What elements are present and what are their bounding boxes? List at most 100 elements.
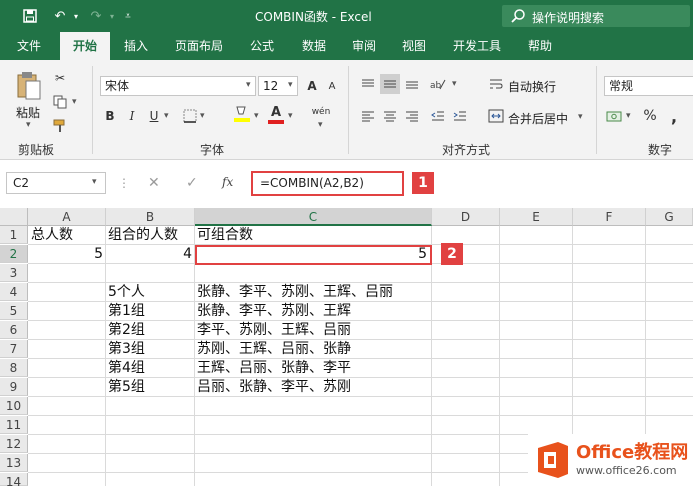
align-center-icon[interactable] <box>380 106 400 126</box>
tab-view[interactable]: 视图 <box>392 32 436 60</box>
font-name-dropdown-icon[interactable]: ▾ <box>246 80 251 90</box>
column-header-g[interactable]: G <box>646 208 693 226</box>
paste-dropdown-icon[interactable]: ▾ <box>26 120 31 130</box>
percent-style-button[interactable]: % <box>640 106 660 126</box>
fill-color-icon[interactable] <box>232 104 252 124</box>
tab-file[interactable]: 文件 <box>6 32 52 60</box>
row-header-11[interactable]: 11 <box>0 416 28 434</box>
copy-dropdown-icon[interactable]: ▾ <box>72 97 77 107</box>
cell-c8[interactable]: 王辉、吕丽、张静、李平 <box>195 359 431 377</box>
row-header-10[interactable]: 10 <box>0 397 28 415</box>
tab-review[interactable]: 审阅 <box>342 32 386 60</box>
font-size-dropdown-icon[interactable]: ▾ <box>288 80 293 90</box>
copy-icon[interactable] <box>50 92 70 112</box>
column-header-d[interactable]: D <box>432 208 500 226</box>
underline-button[interactable]: U <box>144 106 164 126</box>
row-header-4[interactable]: 4 <box>0 283 28 301</box>
paste-label[interactable]: 粘贴 <box>16 104 40 121</box>
cell-a1[interactable]: 总人数 <box>29 226 105 244</box>
row-header-9[interactable]: 9 <box>0 378 28 396</box>
cell-b7[interactable]: 第3组 <box>106 340 194 358</box>
underline-dropdown-icon[interactable]: ▾ <box>164 111 169 121</box>
formula-input[interactable]: =COMBIN(A2,B2) <box>251 171 404 196</box>
row-header-2[interactable]: 2 <box>0 245 28 263</box>
tell-me-search[interactable]: 操作说明搜索 <box>502 5 690 27</box>
cell-b5[interactable]: 第1组 <box>106 302 194 320</box>
save-icon[interactable] <box>20 6 40 26</box>
format-painter-icon[interactable] <box>50 116 70 136</box>
align-middle-icon[interactable] <box>380 74 400 94</box>
name-box[interactable]: C2 <box>6 172 106 194</box>
font-color-icon[interactable]: A <box>266 104 286 126</box>
font-color-dropdown-icon[interactable]: ▾ <box>288 111 293 121</box>
column-header-c[interactable]: C <box>195 208 432 226</box>
tab-home[interactable]: 开始 <box>60 32 110 60</box>
row-header-1[interactable]: 1 <box>0 226 28 244</box>
align-bottom-icon[interactable] <box>402 74 422 94</box>
cell-b1[interactable]: 组合的人数 <box>106 226 194 244</box>
merge-dropdown-icon[interactable]: ▾ <box>578 112 583 122</box>
row-header-14[interactable]: 14 <box>0 473 28 486</box>
column-header-b[interactable]: B <box>106 208 195 226</box>
cut-icon[interactable]: ✂ <box>50 68 70 88</box>
column-header-e[interactable]: E <box>500 208 573 226</box>
align-left-icon[interactable] <box>358 106 378 126</box>
name-box-dropdown-icon[interactable]: ▾ <box>92 177 97 187</box>
tab-insert[interactable]: 插入 <box>114 32 158 60</box>
row-header-7[interactable]: 7 <box>0 340 28 358</box>
row-header-6[interactable]: 6 <box>0 321 28 339</box>
italic-button[interactable]: I <box>122 106 142 126</box>
wrap-text-icon[interactable] <box>486 74 506 94</box>
row-header-5[interactable]: 5 <box>0 302 28 320</box>
undo-dropdown-icon[interactable]: ▾ <box>66 6 86 26</box>
increase-indent-icon[interactable] <box>450 106 470 126</box>
decrease-indent-icon[interactable] <box>428 106 448 126</box>
cell-c4[interactable]: 张静、李平、苏刚、王辉、吕丽 <box>195 283 431 301</box>
paste-icon[interactable] <box>14 70 44 102</box>
cancel-icon[interactable]: ✕ <box>148 175 160 191</box>
borders-icon[interactable] <box>180 106 200 126</box>
bold-button[interactable]: B <box>100 106 120 126</box>
comma-style-button[interactable]: , <box>664 106 684 126</box>
orientation-icon[interactable]: ab <box>428 74 448 94</box>
insert-function-icon[interactable]: fx <box>222 175 233 189</box>
accounting-dropdown-icon[interactable]: ▾ <box>626 111 631 121</box>
tab-developer[interactable]: 开发工具 <box>444 32 510 60</box>
cell-c5[interactable]: 张静、李平、苏刚、王辉 <box>195 302 431 320</box>
shrink-font-icon[interactable]: A <box>322 76 342 96</box>
tab-data[interactable]: 数据 <box>292 32 336 60</box>
customize-qat-icon[interactable]: ⩡ <box>118 6 138 26</box>
borders-dropdown-icon[interactable]: ▾ <box>200 111 205 121</box>
cell-c1[interactable]: 可组合数 <box>195 226 431 244</box>
cell-a2[interactable]: 5 <box>29 245 105 263</box>
column-header-f[interactable]: F <box>573 208 646 226</box>
tab-formulas[interactable]: 公式 <box>240 32 284 60</box>
font-name-select[interactable]: 宋体 <box>100 76 256 96</box>
cell-b4[interactable]: 5个人 <box>106 283 194 301</box>
row-header-8[interactable]: 8 <box>0 359 28 377</box>
phonetic-dropdown-icon[interactable]: ▾ <box>318 120 323 130</box>
row-header-3[interactable]: 3 <box>0 264 28 282</box>
cell-c9[interactable]: 吕丽、张静、李平、苏刚 <box>195 378 431 396</box>
wrap-text-label[interactable]: 自动换行 <box>508 78 556 95</box>
align-right-icon[interactable] <box>402 106 422 126</box>
tab-help[interactable]: 帮助 <box>518 32 562 60</box>
row-header-12[interactable]: 12 <box>0 435 28 453</box>
select-all-corner[interactable] <box>0 208 28 226</box>
enter-icon[interactable]: ✓ <box>186 175 198 191</box>
orientation-dropdown-icon[interactable]: ▾ <box>452 79 457 89</box>
number-format-select[interactable]: 常规 <box>604 76 693 96</box>
fill-color-dropdown-icon[interactable]: ▾ <box>254 111 259 121</box>
merge-center-label[interactable]: 合并后居中 <box>508 110 568 127</box>
row-header-13[interactable]: 13 <box>0 454 28 472</box>
merge-center-icon[interactable] <box>486 106 506 126</box>
tab-page-layout[interactable]: 页面布局 <box>166 32 232 60</box>
cell-b8[interactable]: 第4组 <box>106 359 194 377</box>
cell-c6[interactable]: 李平、苏刚、王辉、吕丽 <box>195 321 431 339</box>
column-header-a[interactable]: A <box>28 208 106 226</box>
cell-b6[interactable]: 第2组 <box>106 321 194 339</box>
phonetic-guide-icon[interactable]: wén <box>308 102 334 122</box>
cell-b9[interactable]: 第5组 <box>106 378 194 396</box>
grow-font-icon[interactable]: A <box>302 76 322 96</box>
align-top-icon[interactable] <box>358 74 378 94</box>
